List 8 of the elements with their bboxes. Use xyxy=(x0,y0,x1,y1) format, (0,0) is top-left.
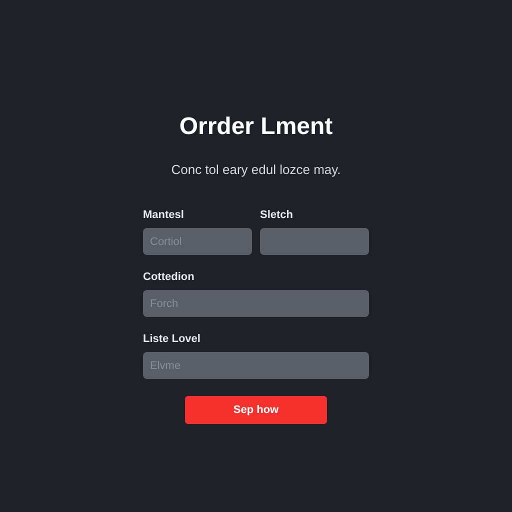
submit-button[interactable]: Sep how xyxy=(185,396,327,424)
field-label: Mantesl xyxy=(143,208,185,222)
field-label: Liste Lovel xyxy=(143,332,202,346)
field-label: Sletch xyxy=(260,208,294,222)
input-field[interactable] xyxy=(260,228,369,255)
field-label: Cottedion xyxy=(143,270,196,284)
form-title: Orrder Lment xyxy=(179,112,333,142)
form-subtitle: Conc tol eary edul lozce may. xyxy=(171,162,341,178)
